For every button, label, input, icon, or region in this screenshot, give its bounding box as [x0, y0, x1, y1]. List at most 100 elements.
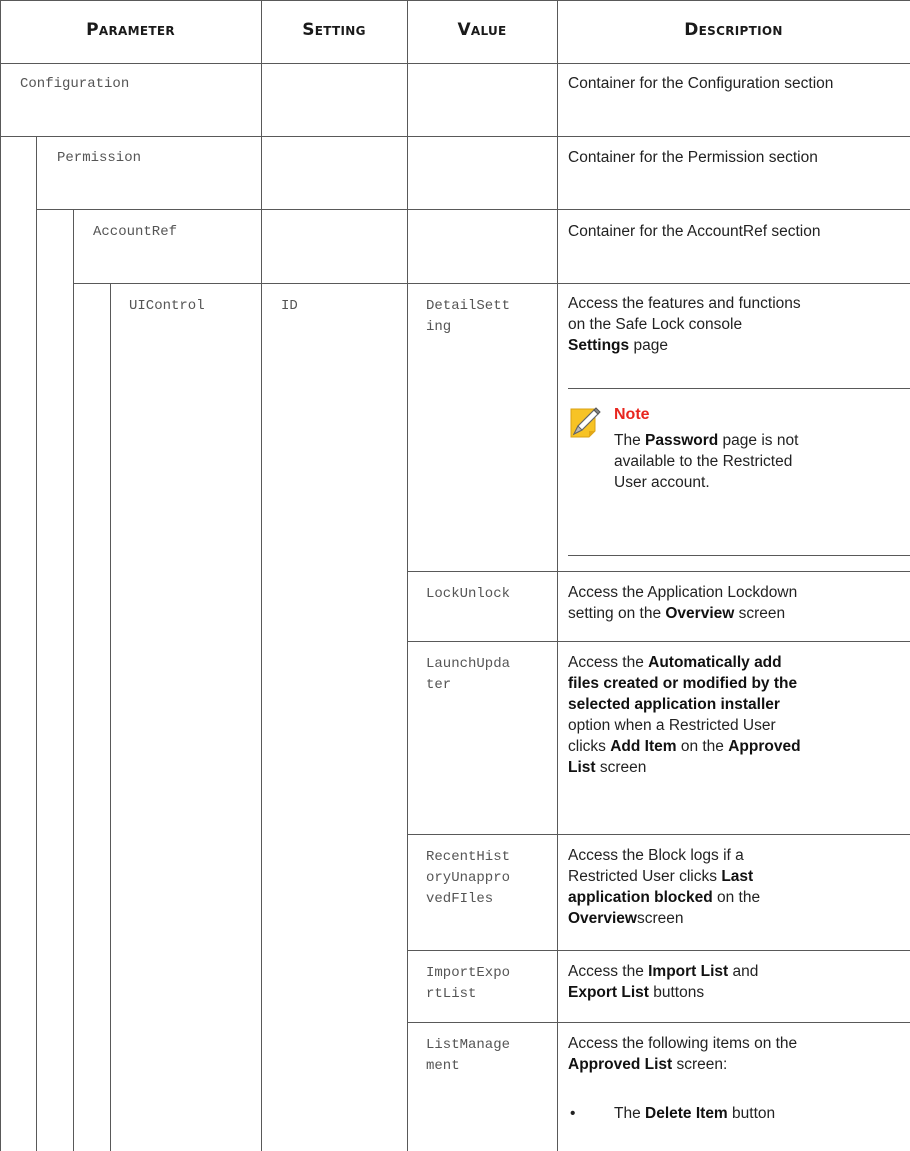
header-parameter: Parameter	[86, 20, 175, 40]
value-line: ImportExpo	[426, 965, 511, 981]
indent-line-1	[36, 136, 37, 1151]
value-line: ment	[426, 1058, 460, 1074]
bold-term: selected application installer	[568, 696, 780, 713]
desc-line: setting on the Overview screen	[568, 603, 908, 624]
text-run: screen	[595, 759, 647, 776]
bold-term: List	[568, 759, 596, 776]
desc-line: on the Safe Lock console	[568, 316, 743, 333]
desc-configuration: Container for the Configuration section	[568, 75, 834, 92]
value-lockunlock: LockUnlock	[426, 584, 510, 605]
bold-term: Last	[721, 868, 754, 885]
value-line: oryUnappro	[426, 870, 511, 886]
col-divider-setting	[261, 0, 262, 1151]
value-recenthistory: RecentHist oryUnappro vedFIles	[426, 847, 510, 910]
desc-line: selected application installer	[568, 694, 908, 715]
desc-accountref: Container for the AccountRef section	[568, 223, 821, 240]
header-bottom-border	[0, 63, 910, 64]
value-detailsetting: DetailSett ing	[426, 296, 510, 338]
note-pencil-icon	[569, 405, 605, 439]
text-run: Restricted User clicks	[568, 868, 722, 885]
bold-term: Automatically add	[648, 654, 782, 671]
bold-term: Approved	[728, 738, 801, 755]
note-body: The Password page is not available to th…	[614, 430, 904, 493]
bold-term: application blocked	[568, 889, 713, 906]
desc-line: clicks Add Item on the Approved	[568, 736, 908, 757]
table-left-border	[0, 0, 1, 1151]
row-separator-detail	[407, 571, 910, 572]
text-run: page	[629, 337, 668, 354]
text-run: screen	[636, 910, 684, 927]
header-value: Value	[457, 20, 507, 40]
value-importexportlist: ImportExpo rtList	[426, 963, 510, 1005]
indent-line-3	[110, 283, 111, 1151]
desc-recenthistory: Access the Block logs if a Restricted Us…	[568, 845, 908, 929]
desc-line: Overviewscreen	[568, 908, 908, 929]
desc-line: Access the Application Lockdown	[568, 584, 798, 601]
text-run: buttons	[648, 984, 705, 1001]
desc-line: Access the Import List and	[568, 961, 908, 982]
text-run: on the	[712, 889, 761, 906]
desc-permission: Container for the Permission section	[568, 149, 818, 166]
desc-line: option when a Restricted User	[568, 717, 776, 734]
desc-line: Access the following items on the	[568, 1035, 798, 1052]
value-line: vedFIles	[426, 891, 494, 907]
note-pencil-icon-svg	[570, 407, 601, 438]
param-configuration: Configuration	[20, 76, 130, 92]
note-line: available to the Restricted	[614, 453, 793, 470]
bold-term: files created or modified by the	[568, 675, 798, 692]
bold-term: Export List	[568, 984, 649, 1001]
bullet-marker: •	[570, 1105, 576, 1122]
row-separator-accountref	[73, 283, 910, 284]
bold-term: Settings	[568, 337, 630, 354]
param-uicontrol: UIControl	[129, 298, 205, 314]
bold-term: Overview	[665, 605, 735, 622]
desc-lockunlock: Access the Application Lockdown setting …	[568, 582, 908, 624]
row-separator-recent	[407, 950, 910, 951]
text-run: page is not	[718, 432, 799, 449]
value-launchupdater: LaunchUpda ter	[426, 654, 510, 696]
text-run: Access the	[568, 963, 649, 980]
text-run: setting on the	[568, 605, 666, 622]
desc-line: Restricted User clicks Last	[568, 866, 908, 887]
text-run: screen:	[672, 1056, 728, 1073]
value-line: ing	[426, 319, 452, 335]
note-line: The Password page is not	[614, 430, 904, 451]
text-run: screen	[734, 605, 786, 622]
note-line: User account.	[614, 474, 710, 491]
text-run: and	[728, 963, 759, 980]
value-line: DetailSett	[426, 298, 511, 314]
bold-term: Delete Item	[645, 1105, 728, 1122]
desc-detailsetting: Access the features and functions on the…	[568, 293, 908, 356]
row-separator-lock	[407, 641, 910, 642]
desc-line: List screen	[568, 757, 908, 778]
bold-term: Add Item	[610, 738, 677, 755]
value-line: RecentHist	[426, 849, 511, 865]
table-top-border	[0, 0, 910, 1]
value-line: LockUnlock	[426, 586, 511, 602]
row-separator-import	[407, 1022, 910, 1023]
desc-line: application blocked on the	[568, 887, 908, 908]
bold-term: Approved List	[568, 1056, 673, 1073]
value-line: ListManage	[426, 1037, 511, 1053]
text-run: Access the	[568, 654, 649, 671]
desc-importexportlist: Access the Import List and Export List b…	[568, 961, 908, 1003]
row-separator-configuration	[0, 136, 910, 137]
desc-line: files created or modified by the	[568, 673, 908, 694]
param-accountref: AccountRef	[93, 224, 178, 240]
param-permission: Permission	[57, 150, 142, 166]
text-run: The	[614, 432, 646, 449]
desc-line: Access the Automatically add	[568, 652, 908, 673]
header-description: Description	[684, 20, 783, 40]
desc-line: Access the Block logs if a	[568, 847, 744, 864]
bold-term: Password	[645, 432, 719, 449]
text-run: clicks	[568, 738, 611, 755]
note-bottom-rule	[568, 555, 910, 556]
value-line: ter	[426, 677, 452, 693]
desc-listmanagement: Access the following items on the Approv…	[568, 1033, 908, 1075]
note-top-rule	[568, 388, 910, 389]
desc-line: Export List buttons	[568, 982, 908, 1003]
header-setting: Setting	[302, 20, 366, 40]
desc-line: Settings page	[568, 335, 908, 356]
bold-term: Overview	[568, 910, 637, 927]
bullet-item-delete: The Delete Item button	[614, 1103, 775, 1124]
